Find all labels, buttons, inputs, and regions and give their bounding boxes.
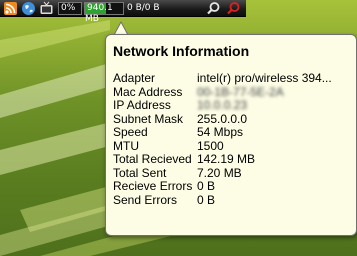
info-value: 142.19 MB <box>197 153 256 166</box>
info-value-obscured: 10.0.0.23 <box>197 99 248 112</box>
info-label: Subnet Mask <box>113 111 184 126</box>
info-value: 255.0.0.0 <box>197 112 248 126</box>
network-readout: 0 B/0 B <box>127 3 160 13</box>
info-row-receive-errors: Recieve Errors 0 B <box>113 179 349 194</box>
info-value: 0 B <box>197 180 216 193</box>
info-label: Recieve Errors <box>113 179 193 193</box>
info-row-adapter: Adapter intel(r) pro/wireless 394... <box>113 71 349 86</box>
info-label: Total Sent <box>113 165 167 180</box>
flyout-pointer <box>114 21 128 35</box>
globe-icon[interactable] <box>21 1 36 16</box>
search-red-icon[interactable] <box>226 1 241 16</box>
rss-icon[interactable] <box>3 1 18 16</box>
cpu-meter: 0% <box>58 2 82 15</box>
tv-icon[interactable] <box>39 1 54 16</box>
info-label: Send Errors <box>113 192 178 207</box>
info-row-ip-address: IP Address 10.0.0.23 <box>113 98 349 113</box>
info-label: MTU <box>113 138 139 153</box>
info-value: 0 B <box>197 193 216 207</box>
info-row-send-errors: Send Errors 0 B <box>113 192 349 208</box>
search-icon[interactable] <box>206 1 221 16</box>
info-label: Adapter <box>113 71 156 85</box>
flyout-title: Network Information <box>113 43 250 59</box>
info-row-total-received: Total Recieved 142.19 MB <box>113 152 349 167</box>
info-value-obscured: 00-1B-77-5E-2A <box>197 85 284 99</box>
network-info-table: Adapter intel(r) pro/wireless 394... Mac… <box>113 71 349 208</box>
info-label: IP Address <box>113 98 171 112</box>
memory-meter: 940.1 MB <box>84 2 124 24</box>
info-row-mtu: MTU 1500 <box>113 138 349 154</box>
info-value: intel(r) pro/wireless 394... <box>197 72 332 85</box>
network-information-flyout: Network Information Adapter intel(r) pro… <box>105 34 357 236</box>
info-label: Mac Address <box>113 84 183 99</box>
info-row-subnet-mask: Subnet Mask 255.0.0.0 <box>113 111 349 127</box>
info-value: 1500 <box>197 139 224 153</box>
info-label: Speed <box>113 125 148 139</box>
info-row-speed: Speed 54 Mbps <box>113 125 349 140</box>
info-label: Total Recieved <box>113 152 192 166</box>
info-value: 7.20 MB <box>197 166 242 180</box>
info-row-mac-address: Mac Address 00-1B-77-5E-2A <box>113 84 349 100</box>
cpu-percent-label: 0% <box>61 3 76 13</box>
info-row-total-sent: Total Sent 7.20 MB <box>113 165 349 181</box>
sidebar-toolbar: 0% 940.1 MB 0 B/0 B <box>0 0 246 24</box>
info-value: 54 Mbps <box>197 126 244 139</box>
